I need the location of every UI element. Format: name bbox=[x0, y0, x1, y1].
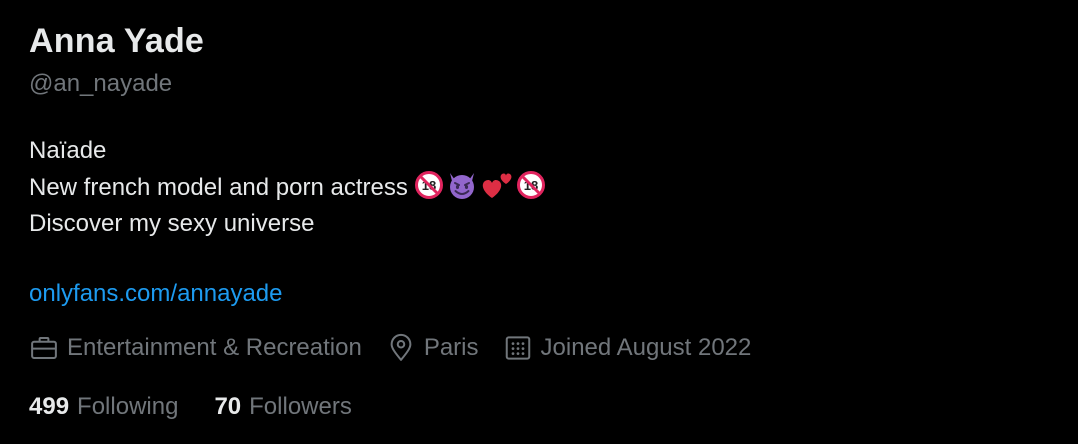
bio-line-2-text: New french model and porn actress bbox=[29, 173, 408, 201]
profile-bio: Naïade New french model and porn actress… bbox=[29, 133, 546, 243]
following-link[interactable]: 499 Following bbox=[29, 393, 178, 421]
calendar-icon bbox=[505, 336, 530, 360]
no-one-under-eighteen-icon: 18 bbox=[414, 170, 443, 199]
bio-line-2: New french model and porn actress 18 bbox=[29, 170, 546, 207]
follow-counts: 499 Following 70 Followers bbox=[29, 393, 388, 421]
smiling-devil-icon bbox=[449, 172, 474, 199]
user-handle: @an_nayade bbox=[29, 70, 173, 97]
followers-count: 70 bbox=[214, 393, 242, 420]
profile-location: Paris bbox=[386, 333, 479, 363]
no-one-under-eighteen-icon: 18 bbox=[516, 170, 545, 199]
bio-emojis: 18 bbox=[414, 170, 546, 200]
bio-line-1: Naïade bbox=[29, 137, 107, 164]
bio-line-3: Discover my sexy universe bbox=[29, 210, 315, 237]
category-text: Entertainment & Recreation bbox=[67, 334, 362, 361]
location-pin-icon bbox=[390, 333, 412, 361]
location-text: Paris bbox=[423, 334, 479, 361]
following-count: 499 bbox=[29, 393, 70, 420]
profile-join-date: Joined August 2022 bbox=[503, 333, 752, 363]
following-label: Following bbox=[77, 393, 179, 420]
briefcase-icon bbox=[31, 337, 57, 359]
followers-link[interactable]: 70 Followers bbox=[214, 393, 351, 421]
followers-label: Followers bbox=[249, 393, 352, 420]
display-name: Anna Yade bbox=[29, 22, 205, 60]
profile-category: Entertainment & Recreation bbox=[29, 333, 362, 363]
profile-website-link[interactable]: onlyfans.com/annayade bbox=[29, 280, 283, 308]
profile-meta: Entertainment & Recreation Paris Joined … bbox=[29, 333, 775, 363]
two-hearts-icon bbox=[482, 173, 512, 198]
join-date-text: Joined August 2022 bbox=[540, 334, 752, 361]
